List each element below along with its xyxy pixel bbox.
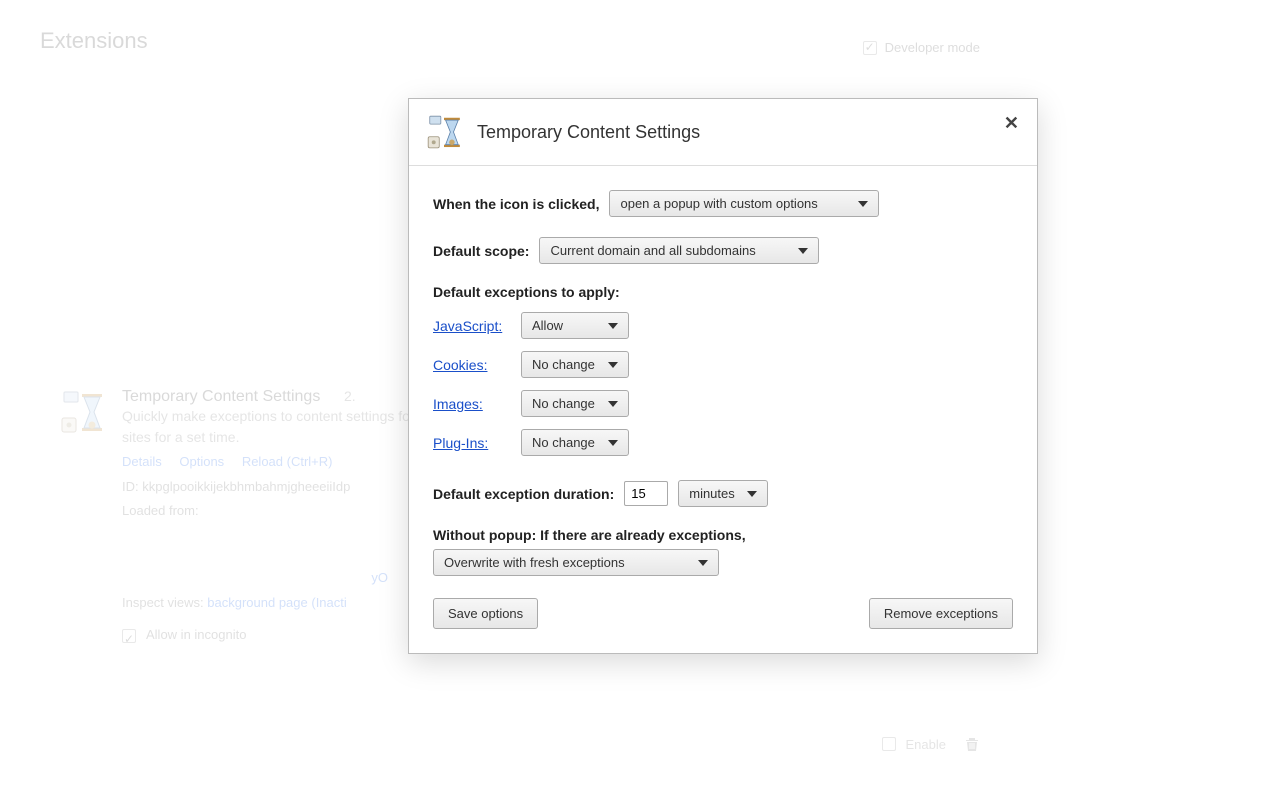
- images-select[interactable]: No change: [521, 390, 629, 417]
- dialog-title: Temporary Content Settings: [477, 122, 700, 143]
- enable-label: Enable: [906, 737, 946, 752]
- allow-incognito-label: Allow in incognito: [146, 623, 246, 648]
- cookies-select[interactable]: No change: [521, 351, 629, 378]
- chevron-down-icon: [698, 560, 708, 566]
- default-exceptions-header: Default exceptions to apply:: [433, 284, 620, 300]
- trash-icon[interactable]: [964, 736, 980, 752]
- chevron-down-icon: [747, 491, 757, 497]
- cookies-value: No change: [532, 357, 595, 372]
- javascript-link[interactable]: JavaScript:: [433, 318, 511, 334]
- default-scope-value: Current domain and all subdomains: [550, 243, 755, 258]
- save-options-button[interactable]: Save options: [433, 598, 538, 629]
- extension-version: 2.: [344, 388, 356, 404]
- javascript-select[interactable]: Allow: [521, 312, 629, 339]
- developer-mode-toggle[interactable]: Developer mode: [863, 40, 980, 55]
- chevron-down-icon: [858, 201, 868, 207]
- inspect-views-value[interactable]: background page (Inacti: [207, 595, 346, 610]
- extension-name: Temporary Content Settings: [122, 388, 320, 405]
- images-link[interactable]: Images:: [433, 396, 511, 412]
- without-popup-label: Without popup: If there are already exce…: [433, 527, 746, 543]
- inspect-views-label: Inspect views:: [122, 595, 204, 610]
- remove-exceptions-button[interactable]: Remove exceptions: [869, 598, 1013, 629]
- settings-dialog: Temporary Content Settings ✕ When the ic…: [408, 98, 1038, 654]
- without-popup-value: Overwrite with fresh exceptions: [444, 555, 625, 570]
- page-title: Extensions: [40, 28, 148, 54]
- chevron-down-icon: [798, 248, 808, 254]
- checkbox-icon: [863, 41, 877, 55]
- duration-input[interactable]: [624, 481, 668, 506]
- extension-id-label: ID:: [122, 479, 139, 494]
- images-value: No change: [532, 396, 595, 411]
- javascript-value: Allow: [532, 318, 563, 333]
- enable-toggle[interactable]: Enable: [882, 737, 946, 752]
- reload-link[interactable]: Reload (Ctrl+R): [242, 454, 333, 469]
- when-clicked-select[interactable]: open a popup with custom options: [609, 190, 879, 217]
- when-clicked-label: When the icon is clicked,: [433, 196, 599, 212]
- close-icon[interactable]: ✕: [1004, 113, 1019, 134]
- plugins-value: No change: [532, 435, 595, 450]
- checkbox-icon: [882, 737, 896, 751]
- developer-mode-label: Developer mode: [885, 40, 980, 55]
- chevron-down-icon: [608, 401, 618, 407]
- extension-id-value: kkpglpooikkijekbhmbahmjgheeeiiIdp: [142, 479, 350, 494]
- duration-label: Default exception duration:: [433, 486, 614, 502]
- checkbox-icon: [122, 629, 136, 643]
- default-scope-label: Default scope:: [433, 243, 529, 259]
- chevron-down-icon: [608, 440, 618, 446]
- options-link[interactable]: Options: [179, 454, 224, 469]
- chevron-down-icon: [608, 323, 618, 329]
- details-link[interactable]: Details: [122, 454, 162, 469]
- without-popup-select[interactable]: Overwrite with fresh exceptions: [433, 549, 719, 576]
- hourglass-icon: [425, 113, 463, 151]
- when-clicked-value: open a popup with custom options: [620, 196, 817, 211]
- cookies-link[interactable]: Cookies:: [433, 357, 511, 373]
- chevron-down-icon: [608, 362, 618, 368]
- plugins-link[interactable]: Plug-Ins:: [433, 435, 511, 451]
- duration-unit-value: minutes: [689, 486, 735, 501]
- default-scope-select[interactable]: Current domain and all subdomains: [539, 237, 819, 264]
- duration-unit-select[interactable]: minutes: [678, 480, 768, 507]
- hourglass-icon: [58, 388, 106, 436]
- plugins-select[interactable]: No change: [521, 429, 629, 456]
